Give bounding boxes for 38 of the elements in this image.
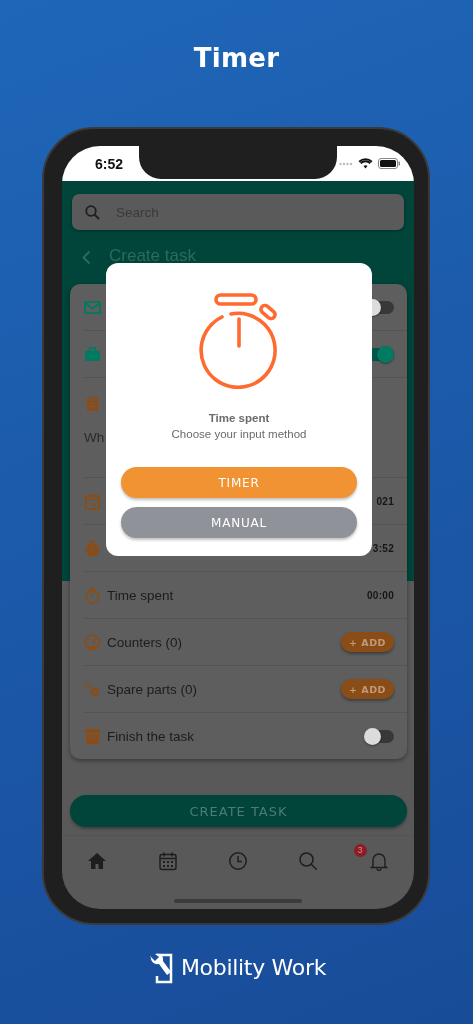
row-value: 00:00 xyxy=(366,589,394,601)
create-task-button[interactable]: CREATE TASK xyxy=(70,795,407,827)
back-chevron-icon[interactable] xyxy=(82,249,91,265)
dialog-subtitle: Choose your input method xyxy=(171,428,307,440)
search-icon xyxy=(85,204,100,220)
add-button[interactable]: + ADD xyxy=(341,632,394,652)
gauge-icon xyxy=(84,633,101,651)
briefcase-icon xyxy=(84,345,101,363)
page-title: Timer xyxy=(193,43,280,73)
bell-icon[interactable] xyxy=(368,851,389,871)
row-value: 021 xyxy=(376,495,394,507)
clipboard-icon xyxy=(84,394,101,412)
row-label: Counters (0) xyxy=(107,634,183,650)
status-time: 6:52 xyxy=(95,155,124,172)
notification-badge: 3 xyxy=(353,844,367,857)
clock-icon[interactable] xyxy=(228,851,248,871)
brand-name: Mobility Work xyxy=(180,954,327,982)
add-button[interactable]: + ADD xyxy=(341,679,394,699)
archive-box-icon xyxy=(84,727,101,745)
row-label: Spare parts (0) xyxy=(107,681,198,697)
stopwatch-icon xyxy=(84,539,101,557)
stopwatch-icon xyxy=(84,586,101,604)
manual-button[interactable]: MANUAL xyxy=(121,507,357,538)
home-icon[interactable] xyxy=(87,851,108,871)
wifi-icon xyxy=(358,158,373,169)
gears-icon xyxy=(84,680,101,698)
calendar-icon[interactable] xyxy=(157,851,178,871)
dialog-title: Time spent xyxy=(208,412,270,424)
row-value: 3:52 xyxy=(372,542,394,554)
timer-button[interactable]: TIMER xyxy=(121,467,357,498)
toggle-switch[interactable] xyxy=(364,726,394,746)
row-label: Finish the task xyxy=(107,728,195,744)
calendar-icon xyxy=(84,492,101,510)
row-label: Time spent xyxy=(107,587,174,603)
search-icon[interactable] xyxy=(298,851,319,871)
envelope-icon xyxy=(84,298,101,316)
signal-dots-icon xyxy=(339,161,353,166)
battery-icon xyxy=(378,158,400,169)
